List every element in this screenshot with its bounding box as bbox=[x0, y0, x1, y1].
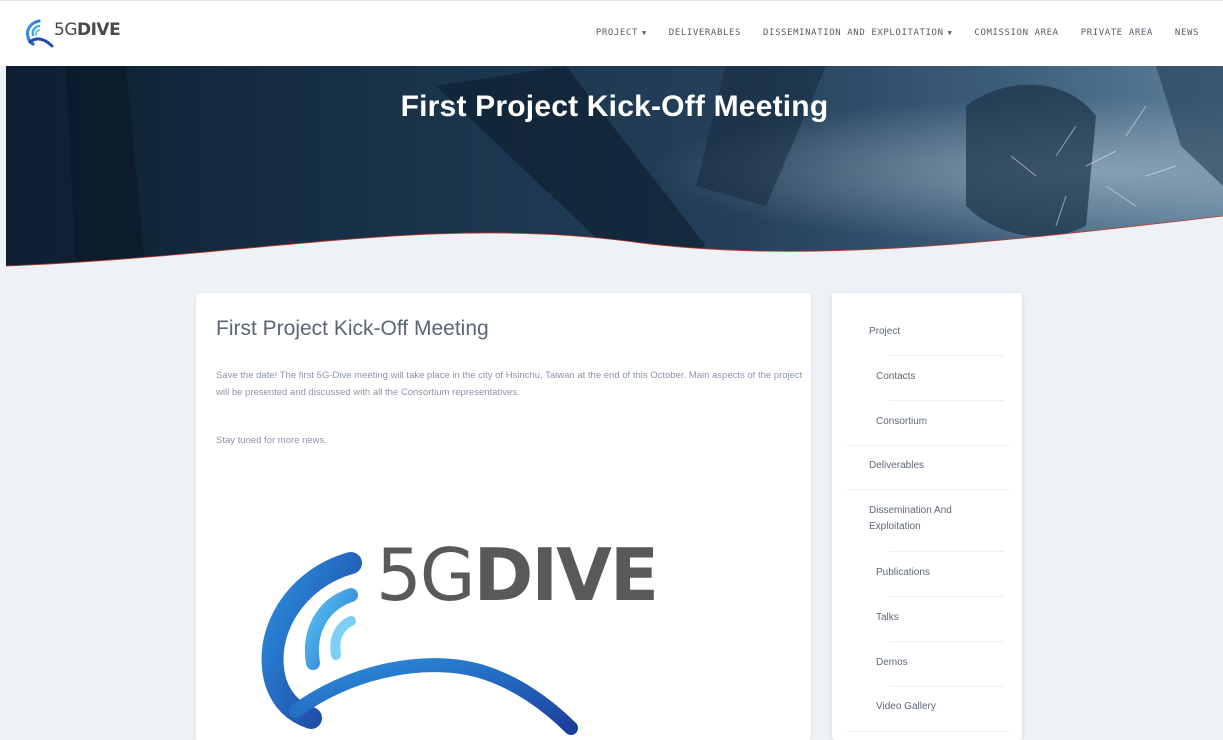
sidebar-divider bbox=[889, 596, 1005, 597]
site-logo[interactable]: 5GDIVE bbox=[22, 15, 132, 51]
nav-item-deliverables[interactable]: DELIVERABLES bbox=[669, 28, 741, 38]
logo-wordmark-5g: 5G bbox=[54, 20, 78, 40]
nav-item-label: DISSEMINATION AND EXPLOITATION bbox=[763, 28, 944, 38]
nav-item-label: COMISSION AREA bbox=[974, 28, 1059, 38]
nav-item-comission-area[interactable]: COMISSION AREA bbox=[974, 28, 1058, 38]
sidebar-menu: Project Contacts Consortium Deliverables… bbox=[832, 293, 1022, 740]
nav-item-news[interactable]: NEWS bbox=[1175, 28, 1199, 38]
caret-down-icon: ▼ bbox=[947, 29, 953, 37]
sidebar-divider bbox=[846, 445, 1010, 446]
nav-item-project[interactable]: PROJECT ▼ bbox=[596, 28, 647, 38]
hero-title: First Project Kick-Off Meeting bbox=[400, 90, 829, 123]
logo-wordmark-dive: DIVE bbox=[77, 20, 121, 40]
article-card: First Project Kick-Off Meeting Save the … bbox=[196, 293, 811, 740]
nav-item-private-area[interactable]: PRIVATE AREA bbox=[1081, 28, 1153, 38]
sidebar-item-dissemination[interactable]: Dissemination And Exploitation bbox=[869, 503, 999, 535]
sidebar-item-consortium[interactable]: Consortium bbox=[876, 414, 927, 430]
nav-item-label: DELIVERABLES bbox=[668, 28, 742, 38]
nav-item-dissemination[interactable]: DISSEMINATION AND EXPLOITATION ▼ bbox=[763, 28, 952, 38]
sidebar-divider bbox=[889, 551, 1005, 552]
sidebar-item-contacts[interactable]: Contacts bbox=[876, 369, 915, 385]
sidebar-item-talks[interactable]: Talks bbox=[876, 610, 899, 626]
nav-item-label: NEWS bbox=[1174, 28, 1199, 38]
sidebar-item-project[interactable]: Project bbox=[869, 324, 900, 340]
sidebar-divider bbox=[889, 355, 1005, 356]
sidebar-item-video-gallery[interactable]: Video Gallery bbox=[876, 699, 936, 715]
article-paragraph: Stay tuned for more news. bbox=[216, 435, 327, 446]
main-nav: PROJECT ▼ DELIVERABLES DISSEMINATION AND … bbox=[574, 28, 1199, 38]
site-header: 5GDIVE PROJECT ▼ DELIVERABLES DISSEMINATI… bbox=[0, 0, 1223, 66]
sidebar-item-publications[interactable]: Publications bbox=[876, 565, 930, 581]
article-paragraph: Save the date! The first 5G-Dive meeting… bbox=[216, 370, 803, 398]
sidebar-item-demos[interactable]: Demos bbox=[876, 655, 908, 671]
logo-wordmark: 5GDIVE bbox=[54, 20, 121, 40]
wave-logo-icon bbox=[25, 19, 54, 48]
sidebar-divider bbox=[889, 686, 1005, 687]
image-wordmark-dive: DIVE bbox=[473, 533, 659, 617]
nav-item-label: PRIVATE AREA bbox=[1080, 28, 1153, 38]
article-image-wordmark: 5GDIVE bbox=[376, 533, 659, 617]
image-wordmark-5g: 5G bbox=[376, 533, 476, 617]
nav-item-label: PROJECT bbox=[595, 28, 638, 38]
article-title: First Project Kick-Off Meeting bbox=[216, 317, 489, 340]
hero-banner: First Project Kick-Off Meeting bbox=[6, 66, 1223, 276]
article-image-logo: 5GDIVE bbox=[256, 533, 756, 740]
sidebar-divider bbox=[846, 731, 1010, 732]
sidebar-item-deliverables[interactable]: Deliverables bbox=[869, 458, 924, 474]
caret-down-icon: ▼ bbox=[641, 29, 647, 37]
sidebar-divider bbox=[846, 489, 1010, 490]
sidebar-divider bbox=[889, 641, 1005, 642]
sidebar-divider bbox=[889, 400, 1005, 401]
